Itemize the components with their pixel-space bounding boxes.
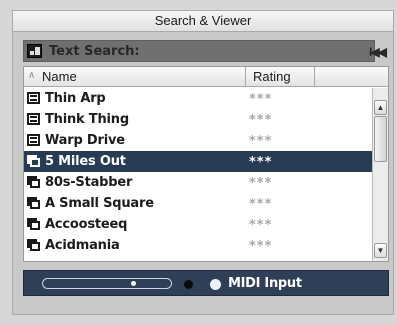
- window-icon: [27, 197, 40, 209]
- item-rating[interactable]: ***: [249, 134, 272, 149]
- list-item[interactable]: Warp Drive ***: [24, 130, 372, 151]
- window-icon: [27, 239, 40, 251]
- list-icon: [27, 92, 40, 104]
- item-rating[interactable]: ***: [249, 155, 272, 170]
- go-to-first-button[interactable]: I◀◀: [369, 45, 389, 59]
- list-item[interactable]: A Small Square ***: [24, 193, 372, 214]
- item-name: A Small Square: [45, 196, 154, 211]
- sort-ascending-icon[interactable]: ∧: [28, 70, 35, 81]
- vertical-scrollbar[interactable]: ▲ ▼: [372, 88, 388, 261]
- window-icon: [27, 155, 40, 167]
- item-name: 5 Miles Out: [45, 154, 126, 169]
- item-name: Accoosteeq: [45, 217, 128, 232]
- item-name: Think Thing: [45, 112, 129, 127]
- search-viewer-panel: Search & Viewer Text Search: I◀◀ ∧ Name …: [0, 0, 397, 325]
- text-search-bar[interactable]: Text Search:: [23, 40, 375, 62]
- text-search-label: Text Search:: [49, 44, 140, 59]
- list-icon: [27, 113, 40, 125]
- window-title: Search & Viewer: [12, 10, 394, 32]
- item-rating[interactable]: ***: [249, 218, 272, 233]
- column-header-rating[interactable]: Rating: [253, 69, 291, 84]
- record-indicator-icon[interactable]: [184, 280, 193, 289]
- list-rows: Thin Arp *** Think Thing *** Warp Drive *** 5 …: [24, 88, 372, 256]
- list-item[interactable]: 5 Miles Out ***: [24, 151, 372, 172]
- list-header: ∧ Name Rating: [24, 67, 372, 87]
- results-list: ∧ Name Rating Thin Arp *** Think Thing *** W…: [23, 66, 389, 262]
- window-icon: [27, 176, 40, 188]
- item-name: Thin Arp: [45, 91, 106, 106]
- list-item[interactable]: Acidmania ***: [24, 235, 372, 256]
- column-divider[interactable]: [314, 67, 315, 87]
- preview-slider[interactable]: [42, 278, 172, 289]
- midi-input-indicator-icon[interactable]: [210, 279, 221, 290]
- item-rating[interactable]: ***: [249, 197, 272, 212]
- item-rating[interactable]: ***: [249, 239, 272, 254]
- column-divider[interactable]: [245, 67, 246, 87]
- scroll-up-button[interactable]: ▲: [374, 100, 387, 115]
- scroll-thumb[interactable]: [374, 116, 387, 162]
- item-name: Warp Drive: [45, 133, 125, 148]
- list-icon: [27, 134, 40, 146]
- item-rating[interactable]: ***: [249, 176, 272, 191]
- scroll-down-button[interactable]: ▼: [374, 243, 387, 258]
- list-item[interactable]: Accoosteeq ***: [24, 214, 372, 235]
- item-name: 80s-Stabber: [45, 175, 133, 190]
- preview-bar: MIDI Input: [23, 270, 389, 296]
- item-rating[interactable]: ***: [249, 113, 272, 128]
- header-corner: [372, 67, 388, 87]
- list-item[interactable]: 80s-Stabber ***: [24, 172, 372, 193]
- column-header-name[interactable]: Name: [42, 69, 77, 84]
- viewer-body: Text Search: I◀◀ ∧ Name Rating Thin Arp *…: [12, 32, 394, 315]
- item-rating[interactable]: ***: [249, 92, 272, 107]
- slider-knob[interactable]: [130, 281, 136, 286]
- list-item[interactable]: Think Thing ***: [24, 109, 372, 130]
- item-name: Acidmania: [45, 238, 120, 253]
- window-icon: [27, 218, 40, 230]
- text-search-icon: [27, 44, 42, 58]
- midi-input-label[interactable]: MIDI Input: [228, 276, 302, 291]
- list-item[interactable]: Thin Arp ***: [24, 88, 372, 109]
